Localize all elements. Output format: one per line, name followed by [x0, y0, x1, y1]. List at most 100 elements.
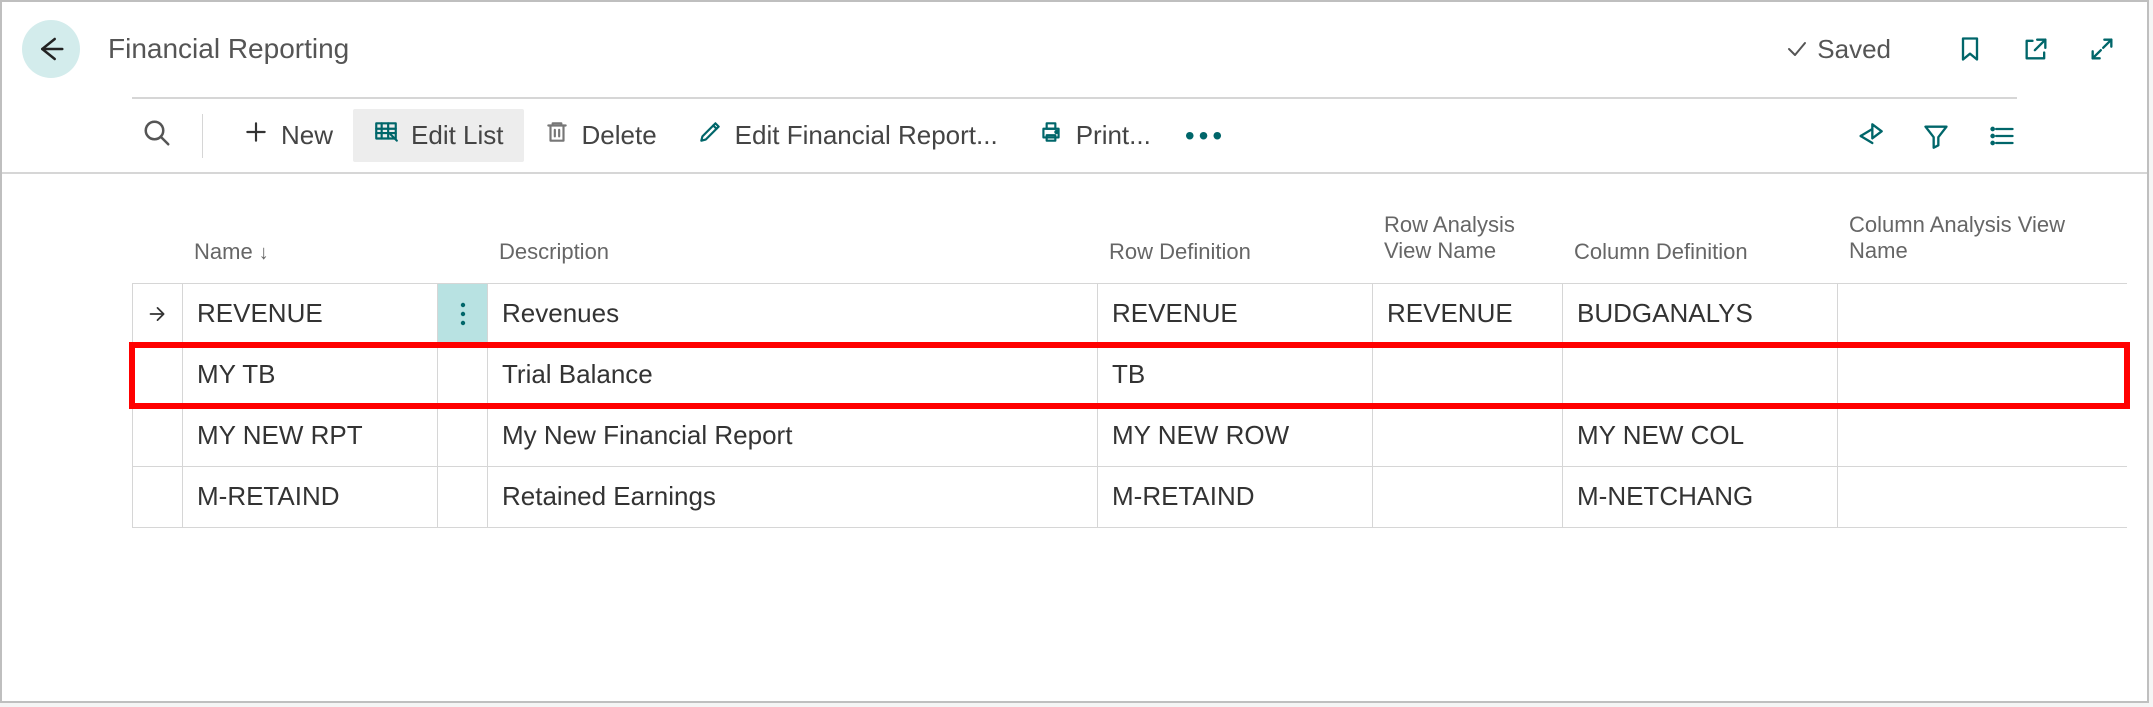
edit-list-button[interactable]: Edit List: [353, 109, 524, 162]
cell-coldef[interactable]: MY NEW COL: [1562, 406, 1837, 466]
header-actions: [1955, 34, 2117, 64]
cell-name-text: MY NEW RPT: [197, 420, 363, 451]
saved-status: Saved: [1785, 34, 1891, 65]
col-coldef-label: Column Definition: [1574, 239, 1748, 265]
row-actions-button[interactable]: [437, 467, 487, 527]
edit-list-icon: [373, 119, 399, 152]
col-coldef-header[interactable]: Column Definition: [1562, 231, 1837, 273]
row-actions-button[interactable]: [437, 345, 487, 405]
cell-rowanalysis[interactable]: REVENUE: [1372, 284, 1562, 344]
row-actions-button[interactable]: [437, 406, 487, 466]
print-label: Print...: [1076, 120, 1151, 151]
arrow-right-icon: [147, 303, 168, 325]
list-view-button[interactable]: [1987, 121, 2017, 151]
delete-label: Delete: [582, 120, 657, 151]
share-icon: [1856, 122, 1884, 150]
saved-label: Saved: [1817, 34, 1891, 65]
check-icon: [1785, 37, 1809, 61]
edit-list-label: Edit List: [411, 120, 504, 151]
popout-button[interactable]: [2021, 34, 2051, 64]
row-indicator[interactable]: [132, 284, 182, 344]
toolbar-right: [1855, 121, 2017, 151]
cell-rowdef-text: M-RETAIND: [1112, 481, 1255, 512]
cell-description[interactable]: Trial Balance: [487, 345, 1097, 405]
toolbar: New Edit List: [2, 99, 2147, 174]
row-actions-button[interactable]: [437, 284, 487, 344]
cell-rowdef-text: REVENUE: [1112, 298, 1238, 329]
expand-button[interactable]: [2087, 34, 2117, 64]
col-rowdef-header[interactable]: Row Definition: [1097, 231, 1372, 273]
new-label: New: [281, 120, 333, 151]
col-colanalysis-header[interactable]: Column Analysis View Name: [1837, 204, 2117, 273]
cell-description[interactable]: Retained Earnings: [487, 467, 1097, 527]
vertical-ellipsis-icon: [460, 301, 466, 327]
cell-name-text: M-RETAIND: [197, 481, 340, 512]
expand-icon: [2088, 35, 2116, 63]
sort-desc-icon: ↓: [259, 242, 269, 265]
filter-button[interactable]: [1921, 121, 1951, 151]
cell-coldef[interactable]: [1562, 345, 1837, 405]
new-button[interactable]: New: [223, 109, 353, 162]
pencil-icon: [697, 119, 723, 152]
cell-rowdef[interactable]: TB: [1097, 345, 1372, 405]
cell-colanalysis[interactable]: [1837, 467, 2117, 527]
col-colanalysis-label: Column Analysis View Name: [1849, 212, 2105, 265]
search-icon: [142, 118, 172, 148]
more-actions-button[interactable]: •••: [1171, 112, 1240, 160]
cell-name[interactable]: M-RETAIND: [182, 467, 437, 527]
cell-coldef-text: M-NETCHANG: [1577, 481, 1753, 512]
cell-name-text: REVENUE: [197, 298, 323, 329]
cell-colanalysis[interactable]: [1837, 345, 2117, 405]
grid-header: Name ↓ Description Row Definition Row An…: [132, 204, 2127, 284]
ellipsis-icon: •••: [1185, 120, 1226, 151]
bookmark-icon: [1956, 35, 1984, 63]
table-row[interactable]: MY NEW RPT My New Financial Report MY NEW …: [132, 406, 2127, 467]
printer-icon: [1038, 119, 1064, 152]
cell-description[interactable]: My New Financial Report: [487, 406, 1097, 466]
back-button[interactable]: [22, 20, 80, 78]
table-row[interactable]: MY TB Trial Balance TB: [132, 345, 2127, 406]
table-row[interactable]: REVENUE Revenues REVENUE REVENUE BUDGANALYS: [132, 284, 2127, 345]
cell-rowdef[interactable]: REVENUE: [1097, 284, 1372, 344]
cell-name[interactable]: MY TB: [182, 345, 437, 405]
filter-icon: [1922, 122, 1950, 150]
cell-name[interactable]: MY NEW RPT: [182, 406, 437, 466]
cell-rowdef-text: TB: [1112, 359, 1145, 390]
edit-report-button[interactable]: Edit Financial Report...: [677, 109, 1018, 162]
bookmark-button[interactable]: [1955, 34, 1985, 64]
row-indicator[interactable]: [132, 345, 182, 405]
list-icon: [1988, 122, 2016, 150]
trash-icon: [544, 119, 570, 152]
col-description-header[interactable]: Description: [487, 231, 1097, 273]
toolbar-divider: [202, 114, 203, 158]
cell-rowdef-text: MY NEW ROW: [1112, 420, 1289, 451]
cell-coldef[interactable]: M-NETCHANG: [1562, 467, 1837, 527]
delete-button[interactable]: Delete: [524, 109, 677, 162]
col-rowanalysis-label: Row Analysis View Name: [1384, 212, 1550, 265]
cell-colanalysis[interactable]: [1837, 406, 2117, 466]
cell-rowdef[interactable]: MY NEW ROW: [1097, 406, 1372, 466]
arrow-left-icon: [36, 34, 66, 64]
row-indicator[interactable]: [132, 467, 182, 527]
cell-coldef[interactable]: BUDGANALYS: [1562, 284, 1837, 344]
cell-rowanalysis-text: REVENUE: [1387, 298, 1513, 329]
col-rowanalysis-header[interactable]: Row Analysis View Name: [1372, 204, 1562, 273]
popout-icon: [2022, 35, 2050, 63]
cell-description[interactable]: Revenues: [487, 284, 1097, 344]
cell-name[interactable]: REVENUE: [182, 284, 437, 344]
table-row[interactable]: M-RETAIND Retained Earnings M-RETAIND M-NET…: [132, 467, 2127, 528]
cell-colanalysis[interactable]: [1837, 284, 2117, 344]
cell-rowanalysis[interactable]: [1372, 467, 1562, 527]
cell-description-text: Retained Earnings: [502, 481, 716, 512]
row-indicator[interactable]: [132, 406, 182, 466]
cell-rowanalysis[interactable]: [1372, 345, 1562, 405]
cell-rowdef[interactable]: M-RETAIND: [1097, 467, 1372, 527]
cell-description-text: Trial Balance: [502, 359, 653, 390]
cell-rowanalysis[interactable]: [1372, 406, 1562, 466]
col-name-header[interactable]: Name ↓: [182, 231, 437, 273]
data-grid: Name ↓ Description Row Definition Row An…: [132, 204, 2127, 528]
print-button[interactable]: Print...: [1018, 109, 1171, 162]
page-title: Financial Reporting: [108, 33, 349, 65]
search-button[interactable]: [132, 110, 182, 161]
share-button[interactable]: [1855, 121, 1885, 151]
